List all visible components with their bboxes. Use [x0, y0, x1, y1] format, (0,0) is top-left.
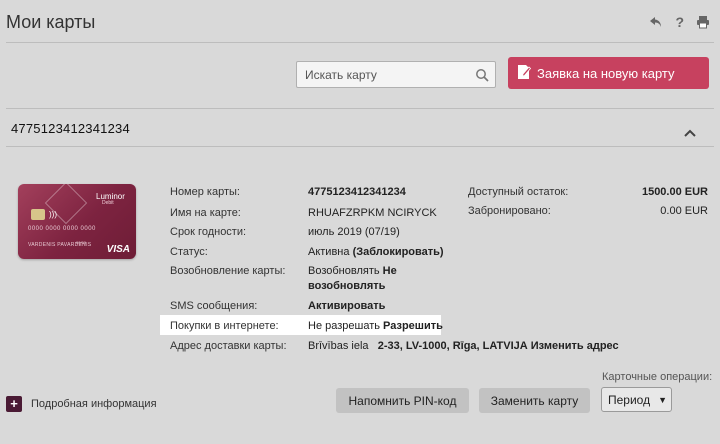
new-document-icon — [517, 64, 532, 83]
allow-internet-link[interactable]: Разрешить — [383, 320, 443, 332]
renewal-label: Возобновление карты: — [170, 265, 286, 277]
header-divider — [6, 42, 714, 43]
print-icon[interactable] — [696, 15, 710, 29]
change-address-link[interactable]: Изменить адрес — [531, 340, 619, 352]
sms-activate-link[interactable]: Активировать — [308, 300, 385, 312]
card-name-print: VARDENIS PAVARDENIS — [28, 242, 92, 248]
card-chip — [31, 209, 45, 220]
back-arrow-icon[interactable] — [649, 15, 663, 29]
address-street: Brīvības iela — [308, 340, 369, 352]
card-operations-label: Карточные операции: — [602, 371, 713, 383]
internet-value: Не разрешать Разрешить — [308, 320, 443, 332]
search-icon[interactable] — [475, 68, 489, 87]
search-input[interactable] — [297, 62, 467, 87]
status-label: Статус: — [170, 246, 208, 258]
section-divider-top — [6, 108, 714, 109]
more-info-plus-icon[interactable]: + — [6, 396, 22, 412]
address-value: Brīvības iela 2-33, LV-1000, Rīga, LATVI… — [308, 340, 619, 352]
status-text: Активна — [308, 246, 350, 258]
expiry-label: Срок годности: — [170, 226, 247, 238]
replace-card-button[interactable]: Заменить карту — [479, 388, 590, 413]
no-renew-link-part1[interactable]: Не — [383, 265, 397, 277]
internet-status-text: Не разрешать — [308, 320, 380, 332]
sms-label: SMS сообщения: — [170, 300, 258, 312]
available-value: 1500.00 EUR — [641, 186, 708, 198]
card-number-value: 4775123412341234 — [308, 186, 406, 198]
status-value: Активна (Заблокировать) — [308, 246, 444, 258]
expiry-value: июль 2019 (07/19) — [308, 226, 400, 238]
renewal-text: Возобновлять — [308, 265, 380, 277]
chevron-up-icon[interactable] — [684, 124, 696, 142]
new-card-button[interactable]: Заявка на новую карту — [508, 57, 709, 89]
more-info-label[interactable]: Подробная информация — [31, 398, 157, 410]
card-search[interactable] — [296, 61, 496, 88]
name-label: Имя на карте: — [170, 207, 241, 219]
address-rest: 2-33, LV-1000, Rīga, LATVIJA — [377, 340, 528, 352]
available-label: Доступный остаток: — [468, 186, 569, 198]
visa-logo: VISA — [106, 244, 130, 255]
new-card-label: Заявка на новую карту — [537, 65, 675, 81]
section-divider-bottom — [6, 146, 714, 147]
page-title: Мои карты — [6, 12, 96, 32]
internet-label: Покупки в интернете: — [170, 320, 279, 332]
period-select[interactable]: Период ▼ — [601, 387, 672, 412]
card-brand-sub: Debit — [102, 200, 114, 206]
help-icon[interactable]: ? — [675, 14, 684, 30]
reserved-label: Забронировано: — [468, 205, 551, 217]
card-number-print: 0000 0000 0000 0000 — [28, 226, 96, 232]
block-card-link[interactable]: (Заблокировать) — [353, 246, 444, 258]
address-label: Адрес доставки карты: — [170, 340, 287, 352]
renewal-value: Возобновлять Не — [308, 265, 397, 277]
header-icons: ? — [649, 14, 710, 30]
account-card-number[interactable]: 4775123412341234 — [11, 121, 130, 136]
no-renew-link-part2[interactable]: возобновлять — [308, 280, 385, 292]
card-image: Luminor Debit ))) 0000 0000 0000 0000 00… — [18, 184, 136, 259]
period-selected-value: Период — [608, 392, 651, 407]
reserved-value: 0.00 EUR — [660, 205, 708, 217]
caret-down-icon: ▼ — [658, 394, 668, 405]
name-value: RHUAFZRPKM NCIRYCK — [308, 207, 437, 219]
contactless-icon: ))) — [49, 210, 57, 219]
remind-pin-button[interactable]: Напомнить PIN-код — [336, 388, 469, 413]
card-number-label: Номер карты: — [170, 186, 240, 198]
